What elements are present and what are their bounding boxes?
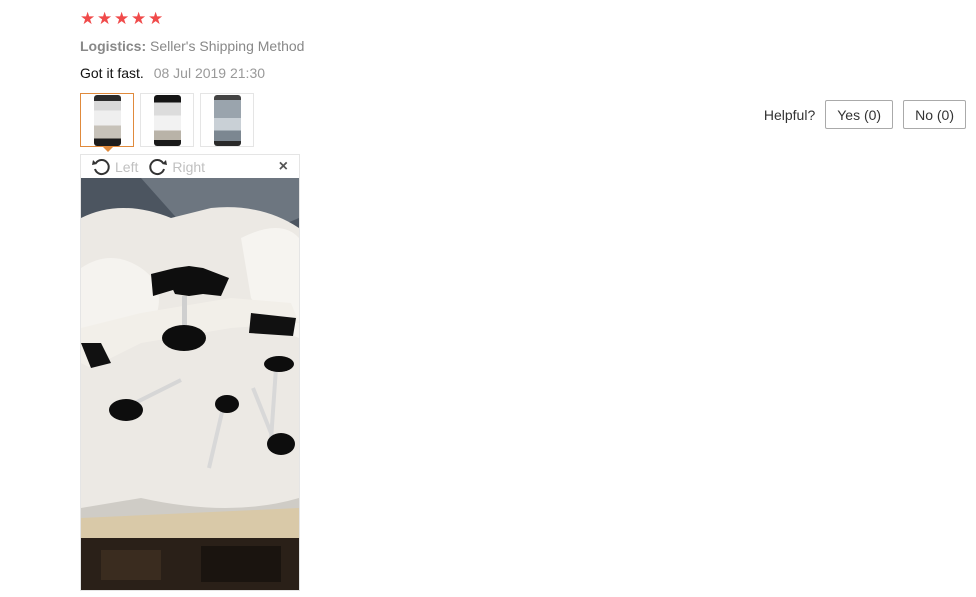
rating-stars: ★ ★ ★ ★ ★: [80, 9, 164, 28]
rotate-right-icon: [149, 158, 168, 175]
helpful-vote: Helpful? Yes (0) No (0): [764, 100, 966, 129]
review-date: 08 Jul 2019 21:30: [153, 65, 266, 81]
photo-thumbnail-3[interactable]: [200, 93, 254, 147]
review-text: Got it fast.: [80, 65, 144, 81]
photo-viewer: Left Right ×: [80, 154, 300, 591]
thumbnail-image: [154, 95, 181, 146]
rotate-left-button[interactable]: Left: [91, 157, 138, 177]
thumbnail-image: [94, 95, 121, 146]
close-icon[interactable]: ×: [279, 158, 288, 176]
review-photo: [81, 178, 299, 590]
rotate-left-label: Left: [115, 158, 139, 175]
photo-thumbnail-1[interactable]: [80, 93, 134, 152]
rotate-left-icon: [92, 158, 110, 175]
star-icon: ★: [131, 9, 147, 28]
photo-image: [81, 178, 299, 590]
review-content: Got it fast. 08 Jul 2019 21:30: [80, 65, 265, 81]
star-icon: ★: [97, 9, 113, 28]
photo-thumbnails: [80, 93, 254, 152]
logistics-info: Logistics: Seller's Shipping Method: [80, 38, 304, 54]
helpful-yes-button[interactable]: Yes (0): [825, 100, 894, 129]
thumbnail-image: [214, 95, 241, 146]
active-caret-icon: [102, 146, 114, 152]
logistics-value: Seller's Shipping Method: [150, 38, 305, 54]
logistics-label: Logistics:: [80, 38, 147, 54]
rotate-right-label: Right: [172, 158, 206, 175]
helpful-label: Helpful?: [763, 106, 816, 123]
viewer-toolbar: Left Right ×: [81, 155, 299, 178]
star-icon: ★: [148, 9, 164, 28]
rotate-right-button[interactable]: Right: [148, 157, 205, 177]
star-icon: ★: [114, 9, 130, 28]
photo-thumbnail-2[interactable]: [140, 93, 194, 147]
helpful-no-button[interactable]: No (0): [903, 100, 966, 129]
star-icon: ★: [80, 9, 96, 28]
